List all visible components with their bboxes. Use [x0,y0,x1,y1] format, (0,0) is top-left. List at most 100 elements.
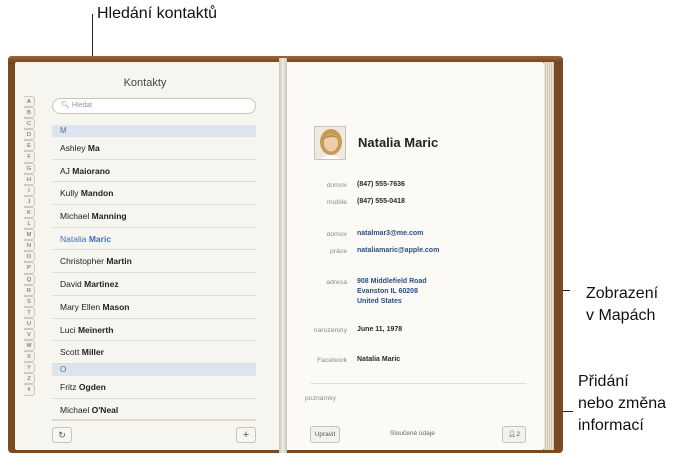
index-tab[interactable]: S [24,295,35,307]
contact-last-name: Maric [88,233,112,244]
index-tab[interactable]: B [24,107,35,119]
index-tab[interactable]: A [24,96,35,108]
contact-first-name: David [60,279,82,290]
contact-last-name: Martin [106,256,132,267]
page-edges [544,62,554,450]
contact-first-name: Luci [60,324,76,335]
contact-first-name: Kully [60,188,79,199]
address-line-2[interactable]: Evanston IL 60208 [357,287,418,297]
index-tab[interactable]: D [24,129,35,141]
search-placeholder: Hledat [71,102,93,109]
contact-last-name: Maiorano [72,165,111,176]
contact-first-name: AJ [60,165,70,176]
index-tab[interactable]: F [24,151,35,163]
contact-last-name: Mandon [80,188,114,199]
linked-count: 2 [516,431,520,438]
avatar [314,126,346,160]
list-item[interactable]: Luci Meinerth [52,319,256,342]
notes-divider [310,383,526,384]
list-item[interactable]: Mary Ellen Mason [52,296,256,319]
index-tab[interactable]: K [24,206,35,219]
contacts-title: Kontakty [123,77,167,89]
book-spine [279,58,287,453]
list-item[interactable]: Kully Mandon [52,182,256,206]
contact-first-name: Christopher [60,256,104,267]
index-tab[interactable]: U [24,317,35,329]
refresh-button[interactable]: ↻ [52,427,72,443]
alphabet-index[interactable]: A B C D E F G H I J K L M N O P Q R S T U V W X Y Z # [24,96,35,396]
list-item[interactable]: Michael Manning [52,205,256,228]
list-item-selected[interactable]: Natalia Maric [52,228,256,251]
notes-label: poznámky [305,395,336,402]
index-tab[interactable]: P [24,262,35,274]
contact-first-name: Natalia [60,233,87,244]
contact-first-name: Scott [60,347,80,358]
search-icon: 🔍︎ [61,102,70,109]
phone-home-label: domov [326,182,347,189]
index-tab[interactable]: N [24,240,35,252]
index-tab[interactable]: V [24,328,35,341]
index-tab[interactable]: I [24,184,35,196]
index-tab[interactable]: T [24,306,35,318]
contact-last-name: Ma [87,143,100,153]
birthday-label: narozeniny [313,327,347,334]
contact-last-name: Manning [91,211,127,222]
index-tab[interactable]: G [24,162,35,174]
facebook-value[interactable]: Natalia Maric [357,355,400,365]
birthday-value: June 11, 1978 [357,326,403,333]
section-header: M [52,125,256,137]
linked-cards-button[interactable]: 👤︎2 [502,426,526,443]
add-contact-button[interactable]: + [236,427,256,443]
contact-last-name: Martinez [84,279,119,290]
contact-list: M Ashley Ma AJ Maiorano Kully Mandon Michael… [52,125,256,422]
section-header: O [52,363,256,376]
contact-first-name: Michael [60,211,90,222]
list-item[interactable]: Scott Miller [52,341,256,364]
email-home-label: domov [326,231,347,238]
index-tab[interactable]: J [24,195,35,207]
index-tab[interactable]: X [24,351,35,363]
address-line-3[interactable]: United States [357,297,402,307]
address-label: adresa [326,279,347,286]
maps-callout-text-1: Zobrazení [586,285,659,302]
index-tab[interactable]: C [24,118,35,130]
right-page [286,62,544,450]
address-line-1[interactable]: 908 Middlefield Road [357,277,427,287]
contact-name: Natalia Maric [358,135,439,150]
contact-first-name: Ashley [60,143,86,153]
email-work-value[interactable]: nataliamaric@apple.com [357,246,439,256]
phone-home-value[interactable]: (847) 555-7636 [357,180,405,190]
email-home-value[interactable]: natalmar3@me.com [357,229,423,239]
list-item[interactable]: Christopher Martin [52,250,256,274]
contact-last-name: Mason [102,301,130,312]
index-tab[interactable]: Q [24,273,35,285]
contact-first-name: Michael [60,404,90,415]
list-item[interactable]: David Martinez [52,273,256,296]
edit-callout-text-3: informací [578,417,644,434]
index-tab[interactable]: L [24,218,35,230]
edit-callout-text-1: Přidání [578,373,629,390]
index-tab[interactable]: E [24,140,35,152]
index-tab[interactable]: M [24,229,35,241]
list-item[interactable]: AJ Maiorano [52,160,256,183]
list-item[interactable]: Michael O'Neal [52,399,256,422]
edit-button[interactable]: Upravit [310,426,340,443]
list-item[interactable]: Ashley Ma [52,137,256,160]
mobile-value[interactable]: (847) 555-0418 [357,197,405,207]
contact-first-name: Mary Ellen [60,301,101,312]
index-tab[interactable]: Y [24,362,35,374]
index-tab[interactable]: R [24,284,35,296]
index-tab[interactable]: O [24,251,35,263]
search-input[interactable]: 🔍︎ Hledat [52,98,256,114]
contact-last-name: O'Neal [91,404,119,415]
index-tab[interactable]: Z [24,373,35,385]
index-tab[interactable]: H [24,173,35,185]
index-tab[interactable]: # [24,384,35,396]
linked-cards-label: Sloučené údaje [390,430,435,437]
edit-callout-text-2: nebo změna [578,395,667,412]
list-item[interactable]: Fritz Ogden [52,376,256,399]
contact-last-name: Miller [81,347,104,358]
index-tab[interactable]: W [24,340,35,352]
list-divider [52,419,256,420]
contact-last-name: Ogden [78,381,106,392]
